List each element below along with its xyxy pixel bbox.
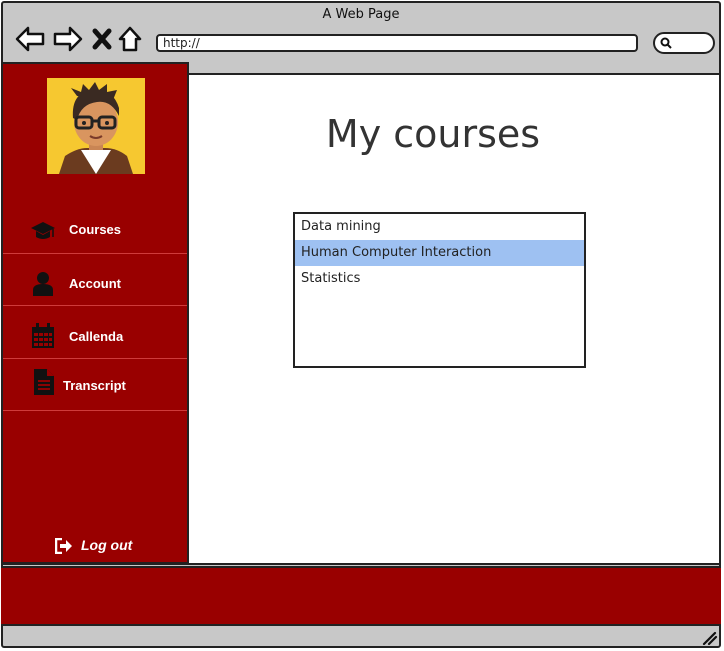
logout-button[interactable]: Log out xyxy=(55,534,155,558)
sidebar-item-callenda[interactable]: Callenda xyxy=(3,307,187,359)
graduation-cap-icon xyxy=(31,222,55,239)
divider xyxy=(3,305,187,306)
logout-label: Log out xyxy=(81,537,133,553)
sidebar: Courses Account Callenda Transcript Log … xyxy=(1,62,189,564)
search-icon xyxy=(660,37,672,49)
document-icon xyxy=(34,369,54,395)
sidebar-item-courses[interactable]: Courses xyxy=(3,202,187,254)
sidebar-item-label: Callenda xyxy=(69,329,124,344)
sidebar-item-transcript[interactable]: Transcript xyxy=(3,359,187,411)
close-icon[interactable] xyxy=(91,25,113,53)
home-icon[interactable] xyxy=(117,25,143,53)
search-box[interactable] xyxy=(653,32,715,54)
sidebar-item-label: Transcript xyxy=(63,378,126,393)
window-title: A Web Page xyxy=(322,7,400,22)
page-title: My courses xyxy=(325,112,541,156)
forward-icon[interactable] xyxy=(53,25,83,53)
calendar-icon xyxy=(32,323,54,348)
sign-out-icon xyxy=(55,538,72,554)
back-icon[interactable] xyxy=(15,25,45,53)
address-bar[interactable]: http:// xyxy=(156,34,638,52)
avatar xyxy=(47,78,145,174)
sidebar-item-label: Courses xyxy=(69,222,122,237)
list-item[interactable]: Data mining xyxy=(295,214,584,240)
list-item[interactable]: Statistics xyxy=(295,266,584,292)
resize-handle-icon[interactable] xyxy=(702,631,718,645)
user-icon xyxy=(33,272,53,296)
divider xyxy=(3,410,187,411)
list-item[interactable]: Human Computer Interaction xyxy=(295,240,584,266)
course-list[interactable]: Data mining Human Computer Interaction S… xyxy=(293,212,586,368)
footer xyxy=(1,566,721,626)
sidebar-item-account[interactable]: Account xyxy=(3,254,187,306)
sidebar-item-label: Account xyxy=(69,276,121,291)
